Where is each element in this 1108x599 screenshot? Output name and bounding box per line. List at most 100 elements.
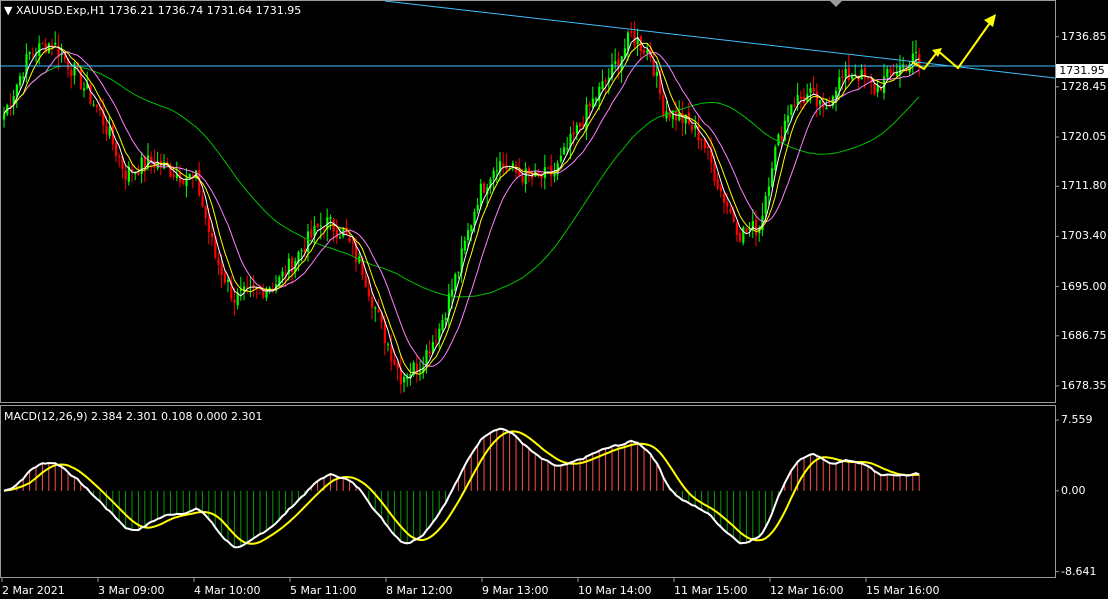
candle-body	[713, 163, 716, 182]
candle-body	[799, 96, 802, 99]
candle-body	[652, 59, 655, 77]
candle-body	[559, 155, 562, 162]
candle-body	[614, 61, 617, 64]
candle-body	[547, 167, 550, 169]
candle-body	[678, 112, 681, 121]
candle-body	[527, 168, 530, 175]
candle-body	[825, 107, 828, 110]
candle-body	[563, 147, 566, 155]
candle-body	[735, 222, 738, 235]
symbol-quote: XAUUSD.Exp,H1 1736.21 1736.74 1731.64 17…	[15, 4, 302, 17]
candle-body	[19, 76, 22, 86]
candle-body	[204, 206, 207, 219]
candle-body	[351, 242, 354, 244]
candle-body	[233, 299, 236, 303]
chart-canvas	[0, 0, 1059, 582]
candle-body	[809, 88, 812, 93]
price-tick-label: 1703.40	[1061, 229, 1107, 243]
time-tick-label: 11 Mar 15:00	[674, 584, 748, 597]
candle-body	[476, 205, 479, 211]
candle-body	[377, 309, 380, 313]
ma-violet-line	[3, 51, 920, 367]
candle-body	[188, 173, 191, 178]
time-tick-label: 4 Mar 10:00	[194, 584, 261, 597]
macd-layer	[3, 427, 920, 549]
candle-body	[470, 225, 473, 232]
candle-body	[22, 76, 25, 79]
candle-body	[771, 168, 774, 187]
candle-body	[105, 125, 108, 135]
candle-body	[435, 340, 438, 342]
candle-body	[860, 69, 863, 80]
candle-body	[316, 223, 319, 228]
candle-body	[83, 88, 86, 91]
candle-body	[319, 225, 322, 227]
candle-body	[3, 113, 6, 120]
time-tick-label: 8 Mar 12:00	[386, 584, 453, 597]
price-tick-label: 1695.00	[1061, 279, 1107, 293]
price-tick-label: 1720.05	[1061, 130, 1107, 144]
price-tick-label: 1728.45	[1061, 79, 1107, 93]
candle-body	[364, 276, 367, 288]
price-tick-label: 1711.80	[1061, 179, 1107, 193]
collapse-triangle-icon[interactable]: ▼	[4, 4, 12, 17]
candle-body	[217, 258, 220, 265]
candles-layer	[3, 21, 921, 394]
candle-body	[396, 363, 399, 369]
candle-body	[223, 273, 226, 283]
candle-body	[502, 163, 505, 167]
candle-body	[95, 105, 98, 108]
candle-body	[812, 87, 815, 92]
candle-body	[428, 351, 431, 355]
candle-body	[300, 250, 303, 252]
candle-body	[764, 196, 767, 214]
candle-body	[54, 42, 57, 45]
candle-body	[662, 95, 665, 117]
candle-body	[588, 103, 591, 107]
candle-body	[796, 95, 799, 105]
candle-body	[367, 288, 370, 297]
time-tick-label: 2 Mar 2021	[2, 584, 65, 597]
candle-body	[815, 91, 818, 107]
candle-body	[646, 50, 649, 54]
time-tick-label: 5 Mar 11:00	[290, 584, 357, 597]
candle-body	[371, 297, 374, 308]
candle-body	[521, 176, 524, 183]
candle-body	[777, 134, 780, 146]
candle-body	[9, 105, 12, 107]
candle-body	[863, 68, 866, 79]
candle-body	[579, 122, 582, 127]
candle-body	[505, 165, 508, 170]
macd-tick-label: 0.00	[1061, 483, 1086, 497]
candle-body	[873, 84, 876, 94]
candle-body	[390, 344, 393, 361]
candle-body	[467, 230, 470, 241]
candle-body	[790, 104, 793, 115]
candle-body	[742, 227, 745, 243]
candle-body	[182, 180, 185, 184]
candle-body	[633, 30, 636, 46]
price-tick-label: 1686.75	[1061, 328, 1107, 342]
candle-body	[374, 307, 377, 310]
macd-header: MACD(12,26,9) 2.384 2.301 0.108 0.000 2.…	[4, 410, 263, 423]
shift-marker-icon[interactable]	[830, 1, 842, 7]
candle-body	[572, 132, 575, 135]
candle-body	[691, 124, 694, 131]
candle-body	[739, 232, 742, 242]
candle-body	[723, 193, 726, 203]
candle-body	[726, 202, 729, 207]
candle-body	[92, 104, 95, 106]
candle-body	[793, 105, 796, 107]
macd-tick-label: 7.559	[1061, 413, 1093, 427]
ma-fast-line	[3, 36, 920, 379]
candle-body	[28, 52, 31, 54]
candle-body	[707, 146, 710, 148]
candle-body	[655, 71, 658, 76]
price-tick-label: 1678.35	[1061, 378, 1107, 392]
candle-body	[393, 359, 396, 365]
forecast-arrow-path	[911, 19, 993, 71]
candle-body	[207, 217, 210, 233]
candle-body	[483, 183, 486, 194]
candle-body	[675, 111, 678, 121]
candle-body	[38, 43, 41, 56]
